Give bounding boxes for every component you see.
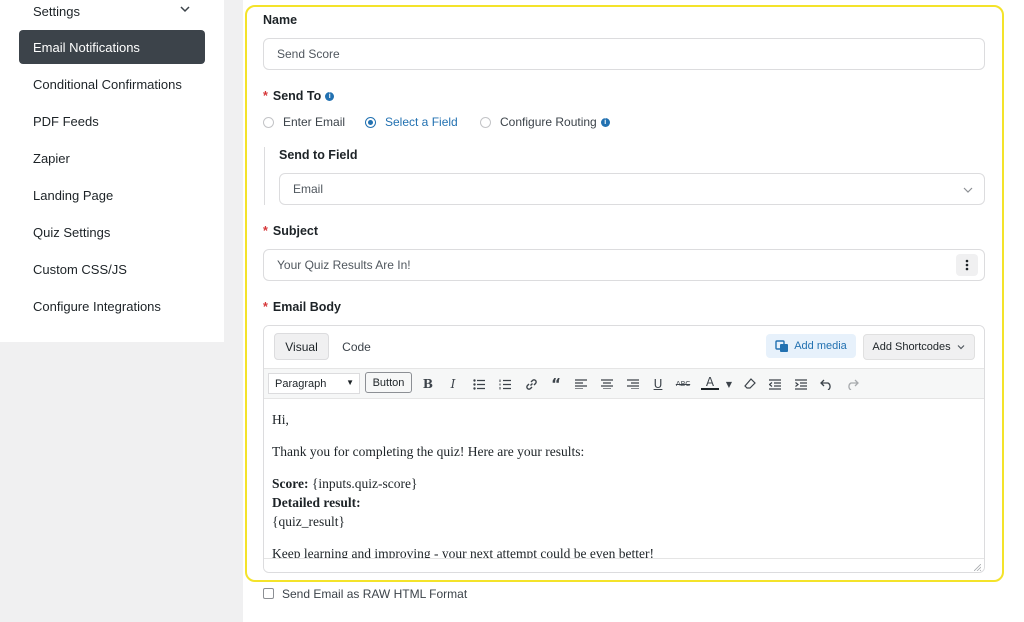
sidebar-item-conditional-confirmations[interactable]: Conditional Confirmations xyxy=(19,67,205,101)
required-mark: * xyxy=(263,89,268,103)
caret-down-icon: ▼ xyxy=(346,378,354,387)
link-icon[interactable] xyxy=(522,375,540,393)
paragraph-format-select[interactable]: Paragraph ▼ xyxy=(268,373,360,394)
editor-toolbar: Paragraph ▼ Button B I “ U ABC A ▼ xyxy=(264,368,984,399)
more-options-button[interactable] xyxy=(956,254,978,276)
sidebar-item-email-notifications[interactable]: Email Notifications xyxy=(19,30,205,64)
radio-label: Select a Field xyxy=(385,115,458,129)
name-input[interactable]: Send Score xyxy=(263,38,985,70)
sidebar-item-settings[interactable]: Settings xyxy=(19,0,205,28)
required-mark: * xyxy=(263,224,268,238)
raw-html-label: Send Email as RAW HTML Format xyxy=(282,587,468,601)
bold-icon[interactable]: B xyxy=(419,375,437,393)
detailed-result-label: Detailed result: xyxy=(272,495,361,510)
add-media-label: Add media xyxy=(794,340,847,352)
subject-label: * Subject xyxy=(263,224,318,238)
radio-button-selected[interactable] xyxy=(365,116,376,128)
sidebar-item-configure-integrations[interactable]: Configure Integrations xyxy=(19,289,205,323)
clear-format-icon[interactable] xyxy=(741,375,759,393)
radio-button[interactable] xyxy=(263,116,274,128)
vertical-dots-icon xyxy=(965,259,969,271)
tab-code[interactable]: Code xyxy=(334,333,379,360)
add-shortcodes-label: Add Shortcodes xyxy=(872,341,951,353)
bullet-list-icon[interactable] xyxy=(470,375,488,393)
email-body-editor: Visual Code Add media Add Shortcodes Par… xyxy=(263,325,985,573)
undo-icon[interactable] xyxy=(817,375,835,393)
send-to-field-value: Email xyxy=(293,182,324,196)
chevron-down-icon xyxy=(963,187,973,193)
underline-icon[interactable]: U xyxy=(649,375,667,393)
radio-label: Enter Email xyxy=(283,115,346,129)
radio-select-a-field[interactable]: Select a Field xyxy=(365,115,458,129)
sidebar-item-landing-page[interactable]: Landing Page xyxy=(19,178,205,212)
radio-label: Configure Routing xyxy=(500,115,597,129)
sidebar-item-label: Landing Page xyxy=(33,187,114,203)
required-mark: * xyxy=(263,300,268,314)
editor-tabs: Visual Code Add media Add Shortcodes xyxy=(264,326,984,368)
sidebar-item-pdf-feeds[interactable]: PDF Feeds xyxy=(19,104,205,138)
button-insert[interactable]: Button xyxy=(365,372,412,393)
sidebar-item-custom-css-js[interactable]: Custom CSS/JS xyxy=(19,252,205,286)
subject-input[interactable]: Your Quiz Results Are In! xyxy=(263,249,985,281)
score-label: Score: xyxy=(272,476,309,491)
media-icon xyxy=(775,339,789,352)
body-score-line: Score: {inputs.quiz-score} xyxy=(272,476,417,492)
send-to-label-text: Send To xyxy=(272,89,322,103)
indent-divider xyxy=(264,147,265,205)
info-icon[interactable]: i xyxy=(600,117,610,127)
editor-status-bar xyxy=(264,558,984,572)
sidebar: Settings Email Notifications Conditional… xyxy=(0,0,224,342)
sidebar-item-label: Email Notifications xyxy=(33,39,140,55)
numbered-list-icon[interactable] xyxy=(496,375,514,393)
info-icon[interactable]: i xyxy=(325,92,335,102)
caret-down-icon[interactable]: ▼ xyxy=(720,375,738,393)
email-body-label: * Email Body xyxy=(263,300,341,314)
blockquote-icon[interactable]: “ xyxy=(547,375,565,393)
radio-enter-email[interactable]: Enter Email xyxy=(263,115,345,129)
sidebar-item-label: Zapier xyxy=(33,150,70,166)
raw-html-checkbox[interactable] xyxy=(263,588,274,599)
sidebar-item-zapier[interactable]: Zapier xyxy=(19,141,205,175)
align-left-icon[interactable] xyxy=(572,375,590,393)
sidebar-item-label: Quiz Settings xyxy=(33,224,111,240)
name-label: Name xyxy=(263,13,298,27)
add-media-button[interactable]: Add media xyxy=(766,334,856,358)
subject-label-text: Subject xyxy=(272,224,319,238)
sidebar-item-label: Custom CSS/JS xyxy=(33,261,127,277)
send-to-field-label: Send to Field xyxy=(279,148,358,162)
name-input-value: Send Score xyxy=(277,47,340,61)
sidebar-item-label: Settings xyxy=(33,3,80,19)
radio-button[interactable] xyxy=(480,116,491,128)
format-select-value: Paragraph xyxy=(275,377,327,390)
sidebar-item-label: PDF Feeds xyxy=(33,113,99,129)
sidebar-item-quiz-settings[interactable]: Quiz Settings xyxy=(19,215,205,249)
redo-icon[interactable] xyxy=(843,375,861,393)
send-to-label: * Send To i xyxy=(263,89,335,103)
text-color-icon[interactable]: A xyxy=(701,375,719,390)
chevron-down-icon xyxy=(957,345,965,350)
email-body-label-text: Email Body xyxy=(272,300,341,314)
score-value: {inputs.quiz-score} xyxy=(308,476,418,491)
sidebar-item-label: Configure Integrations xyxy=(33,298,161,314)
tab-visual[interactable]: Visual xyxy=(274,333,329,360)
send-to-field-select[interactable]: Email xyxy=(279,173,985,205)
radio-configure-routing[interactable]: Configure Routing i xyxy=(480,115,610,129)
resize-handle-icon[interactable] xyxy=(974,564,981,571)
align-center-icon[interactable] xyxy=(598,375,616,393)
italic-icon[interactable]: I xyxy=(444,375,462,393)
outdent-icon[interactable] xyxy=(766,375,784,393)
add-shortcodes-button[interactable]: Add Shortcodes xyxy=(863,334,975,360)
body-line: Hi, xyxy=(272,412,289,427)
sidebar-item-label: Conditional Confirmations xyxy=(33,76,182,92)
chevron-down-icon xyxy=(180,6,190,13)
body-line: Thank you for completing the quiz! Here … xyxy=(272,444,585,459)
align-right-icon[interactable] xyxy=(624,375,642,393)
strikethrough-icon[interactable]: ABC xyxy=(674,375,692,393)
indent-icon[interactable] xyxy=(792,375,810,393)
detailed-result-value: {quiz_result} xyxy=(272,514,345,529)
subject-input-value: Your Quiz Results Are In! xyxy=(277,258,411,272)
